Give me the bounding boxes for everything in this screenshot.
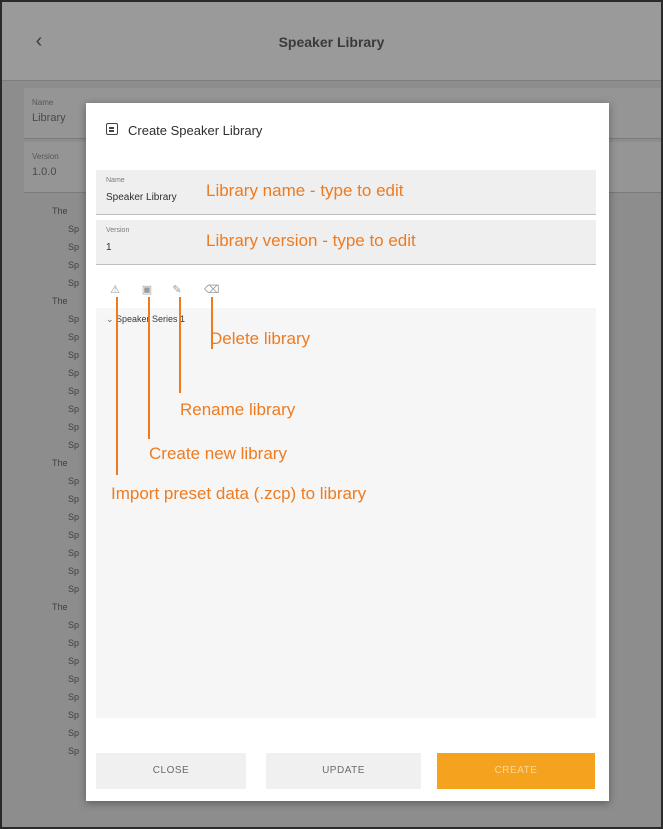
create-button[interactable]: CREATE [437,753,595,789]
version-field-annotation: Library version - type to edit [206,231,416,250]
background-name-value: Library [32,112,66,124]
update-button[interactable]: UPDATE [266,753,421,789]
library-tree: ⌄ Speaker Series 1 [96,308,596,718]
name-field-label: Name [106,177,125,184]
tree-item-speaker-series[interactable]: ⌄ Speaker Series 1 [106,314,185,325]
import-callout: Import preset data (.zcp) to library [111,484,367,503]
background-tree-group[interactable]: The [52,292,90,310]
version-field-label: Version [106,227,130,234]
name-field-annotation: Library name - type to edit [206,181,404,200]
create-library-dialog: Create Speaker Library Name Speaker Libr… [86,103,609,801]
app-title: Speaker Library [278,34,385,50]
dialog-title: Create Speaker Library [128,123,263,138]
screenshot-frame: ‹ Speaker Library Name Library Version 1… [0,0,663,829]
import-callout-line [116,297,118,475]
create-callout-line [148,297,150,439]
delete-callout: Delete library [210,329,311,348]
background-tree: The Sp Sp Sp Sp The Sp Sp Sp Sp Sp Sp Sp Sp The Sp Sp Sp S… [50,202,90,760]
create-folder-icon[interactable]: ▣ [140,283,154,297]
name-field-value[interactable]: Speaker Library [106,192,196,203]
top-bar: ‹ Speaker Library [2,2,661,81]
import-warning-icon[interactable]: ⚠ [108,283,122,297]
background-tree-group[interactable]: The [52,202,90,220]
rename-callout: Rename library [180,400,296,419]
background-tree-group[interactable]: The [52,454,90,472]
chevron-down-icon[interactable]: ⌄ [106,314,116,325]
version-field-value[interactable]: 1 [106,242,196,253]
background-name-label: Name [32,98,54,107]
library-icon [106,123,118,135]
version-field[interactable]: Version 1 Library version - type to edit [96,220,596,265]
rename-callout-line [179,297,181,393]
rename-pencil-icon[interactable]: ✎ [170,283,184,297]
name-field[interactable]: Name Speaker Library Library name - type… [96,170,596,215]
delete-trash-icon[interactable]: ⌫ [204,283,220,297]
close-button[interactable]: CLOSE [96,753,246,789]
create-callout: Create new library [149,444,287,463]
background-version-value: 1.0.0 [32,166,57,178]
background-version-label: Version [32,152,59,161]
tree-item-label: Speaker Series 1 [116,314,186,324]
background-tree-group[interactable]: The [52,598,90,616]
